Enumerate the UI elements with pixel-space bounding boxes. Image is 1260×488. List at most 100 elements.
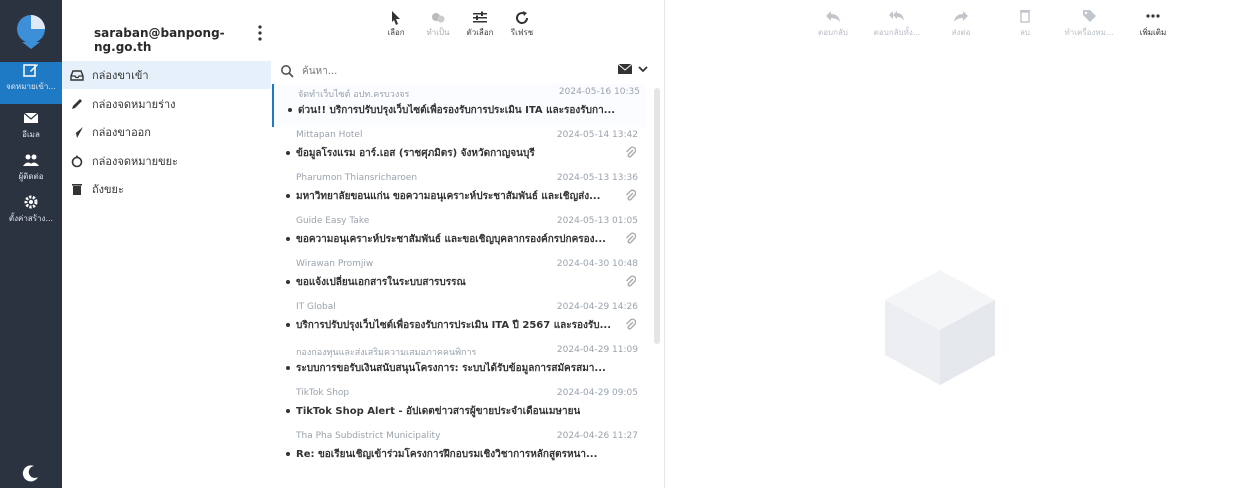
message-sender: IT Global: [296, 302, 336, 312]
message-list-scrollbar[interactable]: [654, 88, 660, 344]
reply-all-button[interactable]: ตอบกลับทั้ง...: [869, 8, 925, 39]
list-item[interactable]: Mittapan Hotel 2024-05-14 13:42 ข้อมูลโร…: [272, 127, 644, 170]
mark-button[interactable]: ทำเครื่องหม...: [1061, 8, 1117, 39]
message-subject: ขอแจ้งเปลี่ยนเอกสารในระบบสารบรรณ: [296, 277, 466, 288]
folder-sent-label: กล่องขาออก: [92, 126, 151, 139]
list-item[interactable]: Guide Easy Take 2024-05-13 01:05 ขอความอ…: [272, 213, 644, 256]
folder-junk[interactable]: กล่องจดหมายขยะ: [62, 147, 271, 175]
list-item[interactable]: IT Global 2024-04-29 14:26 บริการปรับปรุ…: [272, 299, 644, 342]
message-toolbar: ตอบกลับ ตอบกลับทั้ง... ส่งต่อ ลบ ทำเครื่…: [805, 8, 1181, 39]
app-taskbar: จดหมายเข้า... อีเมล ผู้ติดต่อ ตั้งค่าสร้…: [0, 0, 62, 488]
fire-icon: [71, 155, 83, 168]
folder-inbox-label: กล่องขาเข้า: [92, 69, 149, 82]
delete-button[interactable]: ลบ: [997, 8, 1053, 39]
inbox-icon: [70, 70, 84, 81]
tag-icon: [1083, 10, 1096, 22]
list-item[interactable]: Pharumon Thiansricharoen 2024-05-13 13:3…: [272, 170, 644, 213]
unread-dot: [286, 323, 290, 327]
forward-icon: [954, 11, 968, 22]
message-sender: Mittapan Hotel: [296, 130, 363, 140]
reply-label: ตอบกลับ: [818, 28, 848, 37]
folder-trash[interactable]: ถังขยะ: [62, 175, 271, 203]
search-input[interactable]: [300, 64, 604, 78]
message-sender: Guide Easy Take: [296, 216, 370, 226]
gear-icon: [24, 195, 38, 209]
folder-inbox[interactable]: กล่องขาเข้า: [62, 61, 271, 89]
message-date: 2024-05-14 13:42: [556, 130, 638, 140]
message-sender: Wirawan Promjiw: [296, 259, 374, 269]
forward-label: ส่งต่อ: [951, 28, 971, 37]
folder-drafts-label: กล่องจดหมายร่าง: [92, 98, 176, 111]
sliders-icon: [473, 11, 487, 23]
mark-read-button[interactable]: ทำเป็น: [424, 10, 452, 39]
envelope-icon: [23, 112, 39, 123]
cursor-icon: [392, 11, 400, 25]
list-item[interactable]: จัดทำเว็บไซต์ อปท.ครบวงจร 2024-05-16 10:…: [272, 84, 646, 127]
more-label: เพิ่มเติม: [1139, 28, 1167, 37]
folder-pane: saraban@banpong-ng.go.th กล่องขาเข้า กล่…: [62, 0, 273, 488]
list-item[interactable]: กองกองทุนและส่งเสริมความเสมอภาคคนพิการ 2…: [272, 342, 644, 385]
chevron-down-icon: [638, 66, 648, 73]
options-button[interactable]: ตัวเลือก: [466, 10, 494, 39]
message-sender: จัดทำเว็บไซต์ อปท.ครบวงจร: [298, 90, 410, 100]
unread-dot: [286, 194, 290, 198]
message-subject: ข้อมูลโรงแรม อาร์.เอส (ราชศุภมิตร) จังหว…: [296, 148, 535, 159]
list-item[interactable]: Tha Pha Subdistrict Municipality 2024-04…: [272, 428, 644, 471]
select-button[interactable]: เลือก: [382, 10, 410, 39]
taskbar-compose[interactable]: จดหมายเข้า...: [0, 62, 62, 104]
folder-trash-label: ถังขยะ: [92, 183, 124, 196]
taskbar-mail[interactable]: อีเมล: [0, 110, 62, 152]
message-subject: ระบบการขอรับเงินสนับสนุนโครงการ: ระบบได้…: [296, 363, 606, 374]
taskbar-contacts[interactable]: ผู้ติดต่อ: [0, 152, 62, 194]
search-icon[interactable]: [280, 64, 294, 78]
unread-dot: [286, 366, 290, 370]
list-item[interactable]: Wirawan Promjiw 2024-04-30 10:48 ขอแจ้งเ…: [272, 256, 644, 299]
chat-icon: [432, 13, 445, 23]
attachment-icon: [626, 146, 636, 158]
search-options[interactable]: [618, 63, 650, 75]
message-subject: บริการปรับปรุงเว็บไซต์เพื่อรองรับการประเ…: [296, 320, 612, 331]
reply-button[interactable]: ตอบกลับ: [805, 8, 861, 39]
night-mode-icon[interactable]: [22, 464, 40, 482]
reading-pane: ตอบกลับ ตอบกลับทั้ง... ส่งต่อ ลบ ทำเครื่…: [665, 0, 1260, 488]
taskbar-mail-label: อีเมล: [22, 130, 40, 139]
list-item[interactable]: TikTok Shop 2024-04-29 09:05 TikTok Shop…: [272, 385, 644, 428]
message-date: 2024-05-13 01:05: [556, 216, 638, 226]
list-toolbar: เลือก ทำเป็น ตัวเลือก รีเฟรช: [382, 10, 536, 39]
pencil-icon: [72, 99, 82, 109]
message-subject: Re: ขอเรียนเชิญเข้าร่วมโครงการฝึกอบรมเชิ…: [296, 449, 598, 460]
message-subject: ด่วน!! บริการปรับปรุงเว็บไซต์เพื่อรองรับ…: [298, 105, 616, 116]
folder-sent[interactable]: กล่องขาออก: [62, 118, 271, 146]
message-sender: TikTok Shop: [296, 388, 350, 398]
taskbar-settings[interactable]: ตั้งค่าสร้าง...: [0, 194, 62, 236]
attachment-icon: [626, 189, 636, 201]
unread-dot: [286, 237, 290, 241]
reply-icon: [826, 11, 840, 22]
message-list-pane: เลือก ทำเป็น ตัวเลือก รีเฟรช จัดทำเว็บไซ…: [272, 0, 665, 488]
account-email: saraban@banpong-ng.go.th: [94, 26, 225, 54]
trash-icon: [72, 184, 82, 195]
message-sender: กองกองทุนและส่งเสริมความเสมอภาคคนพิการ: [296, 348, 477, 358]
attachment-icon: [626, 318, 636, 330]
folder-drafts[interactable]: กล่องจดหมายร่าง: [62, 90, 271, 118]
message-date: 2024-04-29 09:05: [556, 388, 638, 398]
kebab-menu-icon[interactable]: [256, 24, 264, 42]
search-row: [280, 60, 660, 82]
refresh-button[interactable]: รีเฟรช: [508, 10, 536, 39]
message-date: 2024-04-30 10:48: [556, 259, 638, 269]
unread-dot: [288, 108, 292, 112]
forward-button[interactable]: ส่งต่อ: [933, 8, 989, 39]
compose-icon: [23, 64, 38, 77]
unread-dot: [286, 409, 290, 413]
select-label: เลือก: [387, 28, 405, 37]
attachment-icon: [626, 232, 636, 244]
empty-message-box-icon: [885, 270, 995, 385]
more-button[interactable]: เพิ่มเติม: [1125, 8, 1181, 39]
message-sender: Tha Pha Subdistrict Municipality: [296, 431, 441, 441]
options-label: ตัวเลือก: [466, 28, 494, 37]
attachment-icon: [626, 275, 636, 287]
mark-read-label: ทำเป็น: [426, 28, 450, 37]
message-sender: Pharumon Thiansricharoen: [296, 173, 418, 183]
folder-junk-label: กล่องจดหมายขยะ: [92, 155, 178, 168]
contacts-icon: [23, 154, 39, 166]
